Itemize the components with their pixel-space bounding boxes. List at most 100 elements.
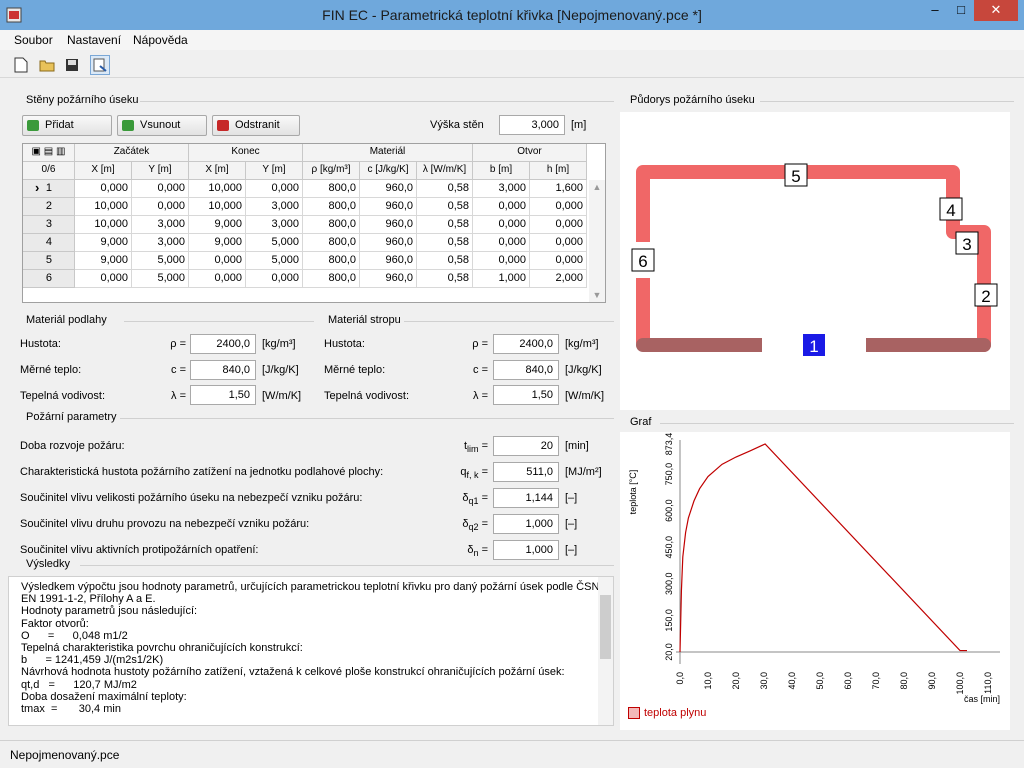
fire-param-input[interactable]: 1,000 [493, 540, 559, 560]
table-cell[interactable]: 3,000 [132, 234, 189, 252]
table-cell[interactable]: 9,000 [75, 252, 132, 270]
table-row-header[interactable]: 6 [23, 270, 75, 288]
wall-height-input[interactable]: 3,000 [499, 115, 565, 135]
y-tick-label: 600,0 [664, 499, 674, 522]
floor-heat-label: Měrné teplo: [20, 364, 82, 376]
new-file-icon[interactable] [11, 55, 31, 75]
table-cell[interactable]: 0,000 [473, 252, 530, 270]
fire-param-input[interactable]: 511,0 [493, 462, 559, 482]
table-cell[interactable]: 0,58 [417, 270, 473, 288]
floor-density-input[interactable]: 2400,0 [190, 334, 256, 354]
table-cell[interactable]: 3,000 [132, 216, 189, 234]
table-row-header[interactable]: 1 [23, 180, 75, 198]
table-row-header[interactable]: 3 [23, 216, 75, 234]
table-cell[interactable]: 0,000 [75, 270, 132, 288]
table-cell[interactable]: 0,000 [473, 198, 530, 216]
table-cell[interactable]: 0,000 [132, 198, 189, 216]
report-icon[interactable] [90, 55, 110, 75]
table-cell[interactable]: 3,000 [473, 180, 530, 198]
table-cell[interactable]: 0,58 [417, 252, 473, 270]
table-row-header[interactable]: 2 [23, 198, 75, 216]
table-row-header[interactable]: 4 [23, 234, 75, 252]
ceiling-cond-input[interactable]: 1,50 [493, 385, 559, 405]
table-cell[interactable]: 0,000 [530, 234, 587, 252]
table-cell[interactable]: 0,58 [417, 216, 473, 234]
ceiling-heat-input[interactable]: 840,0 [493, 360, 559, 380]
table-cell[interactable]: 9,000 [75, 234, 132, 252]
table-cell[interactable]: 960,0 [360, 180, 417, 198]
menu-napoveda[interactable]: Nápověda [133, 33, 188, 47]
scroll-down-icon[interactable]: ▼ [589, 290, 605, 300]
fire-param-input[interactable]: 1,144 [493, 488, 559, 508]
save-icon[interactable] [62, 55, 82, 75]
results-scrollbar[interactable] [598, 577, 613, 725]
table-cell[interactable]: 800,0 [303, 234, 360, 252]
table-cell[interactable]: 0,58 [417, 198, 473, 216]
table-cell[interactable]: 10,000 [189, 180, 246, 198]
table-cell[interactable]: 0,000 [75, 180, 132, 198]
table-cell[interactable]: 0,000 [189, 270, 246, 288]
table-cell[interactable]: 0,000 [246, 270, 303, 288]
insert-wall-button[interactable]: Vsunout [117, 115, 207, 136]
table-cell[interactable]: 800,0 [303, 216, 360, 234]
ceiling-heat-symbol: c = [473, 364, 488, 376]
table-cell[interactable]: 0,000 [530, 216, 587, 234]
close-icon[interactable]: ✕ [974, 0, 1018, 21]
table-cell[interactable]: 800,0 [303, 252, 360, 270]
table-cell[interactable]: 960,0 [360, 252, 417, 270]
table-cell[interactable]: 5,000 [132, 270, 189, 288]
table-scrollbar[interactable]: ▲ ▼ [589, 180, 605, 302]
open-folder-icon[interactable] [37, 55, 57, 75]
table-cell[interactable]: 10,000 [189, 198, 246, 216]
table-cell[interactable]: 1,600 [530, 180, 587, 198]
floor-cond-input[interactable]: 1,50 [190, 385, 256, 405]
wall-height-unit: [m] [571, 119, 587, 131]
table-cell[interactable]: 0,000 [530, 198, 587, 216]
table-cell[interactable]: 800,0 [303, 270, 360, 288]
table-cell[interactable]: 0,58 [417, 180, 473, 198]
table-cell[interactable]: 0,000 [530, 252, 587, 270]
table-cell[interactable]: 0,000 [246, 180, 303, 198]
maximize-icon[interactable]: □ [948, 0, 974, 21]
minimize-icon[interactable]: – [922, 0, 948, 21]
remove-wall-button[interactable]: Odstranit [212, 115, 300, 136]
table-cell[interactable]: 800,0 [303, 180, 360, 198]
add-wall-button[interactable]: Přidat [22, 115, 112, 136]
table-cell[interactable]: 960,0 [360, 216, 417, 234]
results-scroll-thumb[interactable] [600, 595, 611, 659]
table-row-header[interactable]: 5 [23, 252, 75, 270]
x-tick-label: 70,0 [871, 672, 881, 690]
table-cell[interactable]: 10,000 [75, 216, 132, 234]
fire-param-input[interactable]: 20 [493, 436, 559, 456]
results-text[interactable]: Výsledkem výpočtu jsou hodnoty parametrů… [8, 576, 614, 726]
table-cell[interactable]: 9,000 [189, 234, 246, 252]
graph-separator [660, 423, 1014, 424]
table-cell[interactable]: 5,000 [246, 252, 303, 270]
table-corner-tools[interactable]: ▣ ▤ ▥ [23, 144, 75, 162]
table-cell[interactable]: 960,0 [360, 270, 417, 288]
table-cell[interactable]: 10,000 [75, 198, 132, 216]
table-cell[interactable]: 0,58 [417, 234, 473, 252]
ceiling-title: Materiál stropu [328, 314, 401, 326]
table-cell[interactable]: 5,000 [132, 252, 189, 270]
table-cell[interactable]: 800,0 [303, 198, 360, 216]
table-cell[interactable]: 0,000 [132, 180, 189, 198]
table-cell[interactable]: 2,000 [530, 270, 587, 288]
floor-heat-input[interactable]: 840,0 [190, 360, 256, 380]
table-cell[interactable]: 5,000 [246, 234, 303, 252]
table-cell[interactable]: 960,0 [360, 234, 417, 252]
table-cell[interactable]: 960,0 [360, 198, 417, 216]
scroll-up-icon[interactable]: ▲ [589, 182, 605, 192]
table-cell[interactable]: 0,000 [473, 216, 530, 234]
table-cell[interactable]: 3,000 [246, 198, 303, 216]
table-cell[interactable]: 1,000 [473, 270, 530, 288]
table-cell[interactable]: 3,000 [246, 216, 303, 234]
table-cell[interactable]: 9,000 [189, 216, 246, 234]
ceiling-density-input[interactable]: 2400,0 [493, 334, 559, 354]
floor-separator [124, 321, 314, 322]
table-cell[interactable]: 0,000 [473, 234, 530, 252]
menu-nastaveni[interactable]: Nastavení [67, 33, 121, 47]
menu-soubor[interactable]: Soubor [14, 33, 53, 47]
table-cell[interactable]: 0,000 [189, 252, 246, 270]
fire-param-input[interactable]: 1,000 [493, 514, 559, 534]
